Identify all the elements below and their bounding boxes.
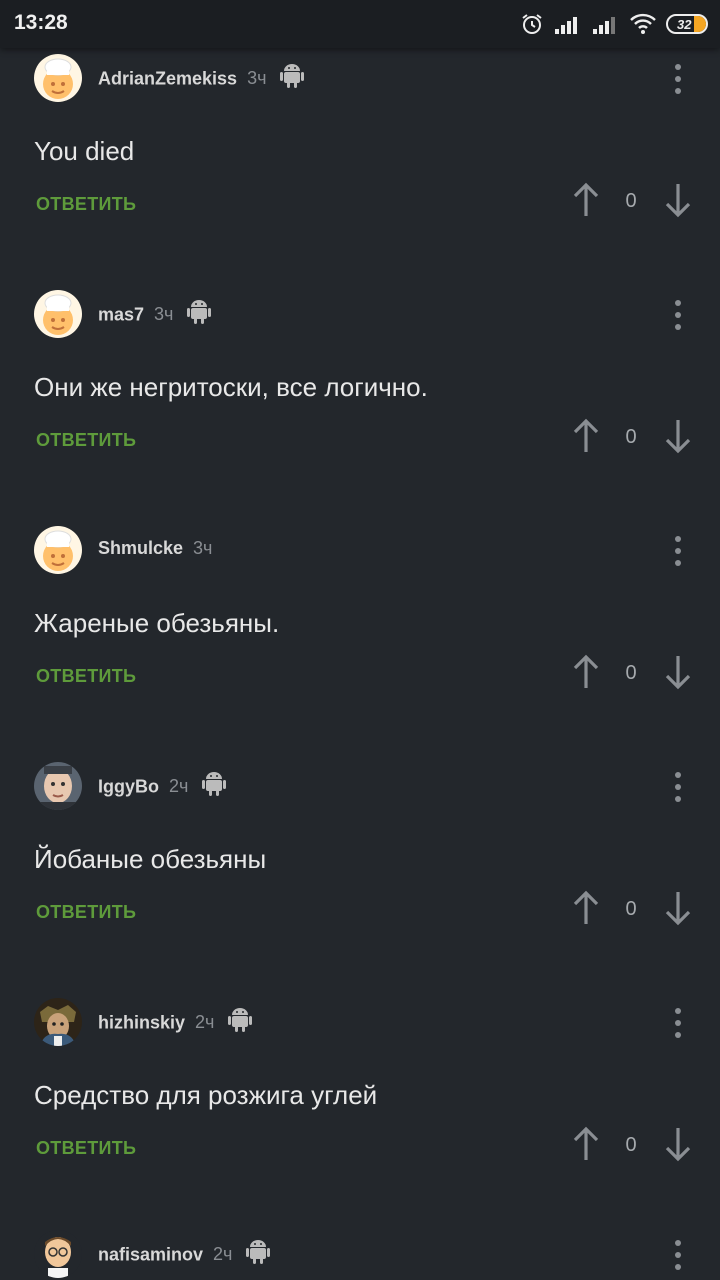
username[interactable]: mas7 [98,304,144,324]
downvote-arrow-icon[interactable] [664,1126,692,1162]
comment-item: AdrianZemekiss 3ч You died ОТВЕТИТЬ 0 [0,52,720,288]
upvote-arrow-icon[interactable] [572,182,600,218]
status-time: 13:28 [14,11,68,34]
more-options-icon[interactable] [666,1006,690,1040]
comment-time: 3ч [247,68,267,89]
comment-text: Они же негритоски, все логично. [34,372,428,402]
comment-score: 0 [625,1134,637,1156]
comment-item: mas7 3ч Они же негритоски, все логично. О… [0,288,720,524]
reply-button[interactable]: ОТВЕТИТЬ [36,430,136,451]
comment-item: Shmulcke 3ч Жареные обезьяны. ОТВЕТИТЬ 0 [0,524,720,760]
upvote-arrow-icon[interactable] [572,890,600,926]
comment-text: Средство для розжига углей [34,1080,378,1110]
comment-item: nafisaminov 2ч [0,1228,720,1280]
reply-button[interactable]: ОТВЕТИТЬ [36,194,136,215]
more-options-icon[interactable] [666,534,690,568]
comment-time: 3ч [154,304,174,325]
comment-time: 2ч [169,776,189,797]
username[interactable]: AdrianZemekiss [98,68,237,88]
reply-button[interactable]: ОТВЕТИТЬ [36,902,136,923]
reply-button[interactable]: ОТВЕТИТЬ [36,666,136,687]
painting-avatar[interactable] [34,998,82,1046]
comment-author[interactable]: nafisaminov 2ч [98,1240,271,1269]
more-options-icon[interactable] [666,298,690,332]
more-options-icon[interactable] [666,770,690,804]
comment-text: Жареные обезьяны. [34,608,280,638]
downvote-arrow-icon[interactable] [664,890,692,926]
downvote-arrow-icon[interactable] [664,418,692,454]
android-icon [202,770,227,801]
chef-avatar[interactable] [34,54,82,102]
downvote-arrow-icon[interactable] [664,182,692,218]
android-icon [228,1006,253,1037]
android-icon [246,1238,271,1269]
comment-item: hizhinskiy 2ч Средство для розжига углей … [0,996,720,1232]
username[interactable]: IggyBo [98,776,159,796]
upvote-arrow-icon[interactable] [572,654,600,690]
comment-item: IggyBo 2ч Йобаные обезьяны ОТВЕТИТЬ 0 [0,760,720,996]
status-icons: 32 [520,10,708,38]
downvote-arrow-icon[interactable] [664,654,692,690]
status-bar: 13:28 32 [0,0,720,48]
comment-author[interactable]: AdrianZemekiss 3ч [98,64,305,93]
upvote-arrow-icon[interactable] [572,418,600,454]
wifi-icon [630,13,656,34]
more-options-icon[interactable] [666,62,690,96]
android-icon [187,298,212,329]
comment-time: 2ч [195,1012,215,1033]
comment-text: You died [34,136,135,166]
battery-level: 32 [677,17,692,32]
comment-score: 0 [625,898,637,920]
comment-time: 3ч [193,538,213,558]
comment-score: 0 [625,190,637,212]
photo-avatar[interactable] [34,762,82,810]
username[interactable]: nafisaminov [98,1244,203,1264]
comment-score: 0 [625,662,637,684]
alarm-icon [522,14,542,34]
chef-avatar[interactable] [34,290,82,338]
signal-icon [555,17,577,34]
comment-text: Йобаные обезьяны [34,844,267,874]
comment-author[interactable]: IggyBo 2ч [98,772,227,801]
signal-icon-2 [593,17,615,34]
comment-score: 0 [625,426,637,448]
comment-author[interactable]: mas7 3ч [98,300,212,329]
cartoon-avatar[interactable] [34,1230,82,1278]
comment-author[interactable]: Shmulcke 3ч [98,538,212,559]
battery-icon: 32 [666,14,708,34]
username[interactable]: Shmulcke [98,538,183,558]
comment-time: 2ч [213,1244,233,1265]
reply-button[interactable]: ОТВЕТИТЬ [36,1138,136,1159]
chef-avatar[interactable] [34,526,82,574]
comment-author[interactable]: hizhinskiy 2ч [98,1008,253,1037]
more-options-icon[interactable] [666,1238,690,1272]
upvote-arrow-icon[interactable] [572,1126,600,1162]
android-icon [280,62,305,93]
username[interactable]: hizhinskiy [98,1012,185,1032]
